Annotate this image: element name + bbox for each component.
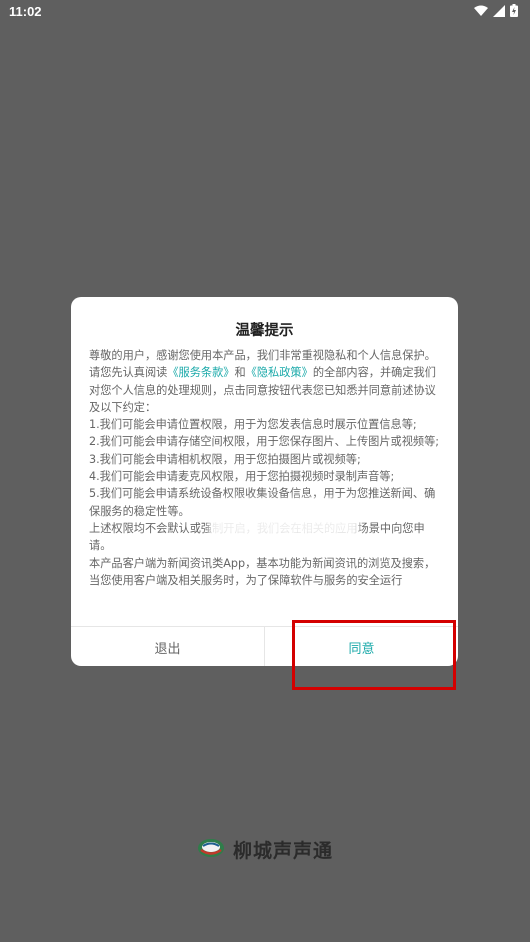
brand-footer: 柳城声声通 bbox=[0, 836, 530, 863]
status-bar: 11:02 bbox=[0, 0, 530, 24]
status-time: 11:02 bbox=[9, 4, 42, 19]
app-name: 柳城声声通 bbox=[232, 840, 333, 862]
blur-overlay bbox=[209, 499, 359, 537]
wifi-icon bbox=[474, 5, 488, 17]
exit-button[interactable]: 退出 bbox=[71, 627, 265, 666]
intro-paragraph: 尊敬的用户，感谢您使用本产品，我们非常重视隐私和个人信息保护。请您先认真阅读《服… bbox=[89, 347, 441, 416]
product-description: 本产品客户端为新闻资讯类App，基本功能为新闻资讯的浏览及搜索，当您使用客户端及… bbox=[89, 556, 436, 587]
permission-item: 2.我们可能会申请存储空间权限，用于您保存图片、上传图片或视频等; bbox=[89, 435, 440, 449]
privacy-dialog: 温馨提示 尊敬的用户，感谢您使用本产品，我们非常重视隐私和个人信息保护。请您先认… bbox=[71, 297, 458, 666]
app-logo-icon bbox=[197, 837, 225, 863]
battery-charging-icon bbox=[510, 4, 518, 17]
status-icons bbox=[474, 4, 518, 17]
permission-item: 3.我们可能会申请相机权限，用于您拍摄图片或视频等; bbox=[89, 452, 361, 466]
intro-text-b: 和 bbox=[234, 366, 246, 380]
dialog-title: 温馨提示 bbox=[235, 323, 294, 339]
signal-icon bbox=[493, 4, 505, 17]
privacy-link[interactable]: 《隐私政策》 bbox=[246, 366, 313, 379]
permission-item: 4.我们可能会申请麦克风权限，用于您拍摄视频时录制声音等; bbox=[89, 470, 395, 484]
dialog-body[interactable]: 尊敬的用户，感谢您使用本产品，我们非常重视隐私和个人信息保护。请您先认真阅读《服… bbox=[89, 347, 441, 609]
terms-link[interactable]: 《服务条款》 bbox=[167, 366, 234, 379]
highlight-box bbox=[292, 620, 456, 690]
permission-item: 1.我们可能会申请位置权限，用于为您发表信息时展示位置信息等; bbox=[89, 418, 417, 432]
